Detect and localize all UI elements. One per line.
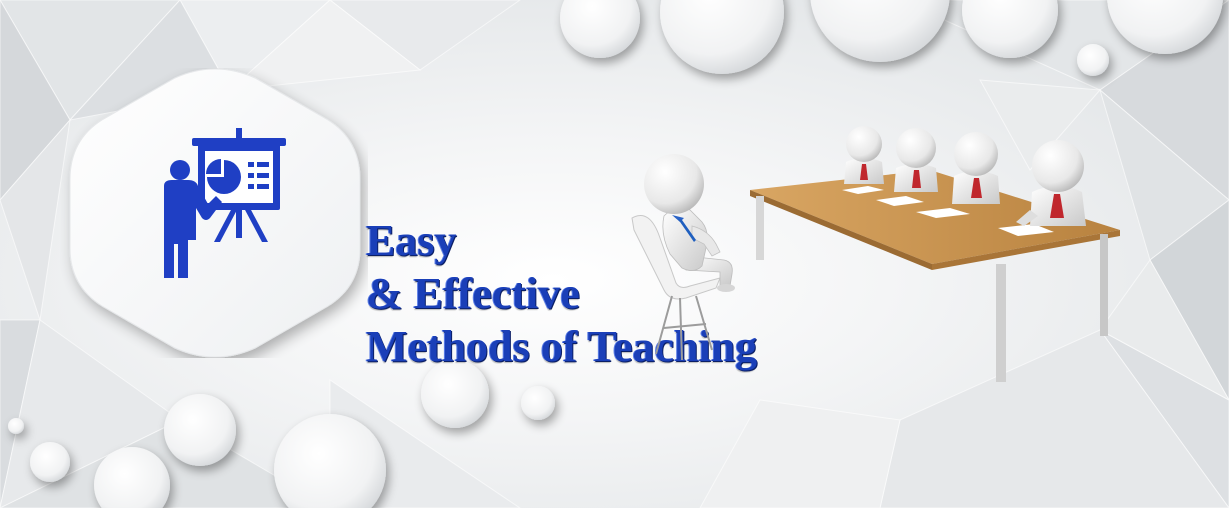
teaching-banner: Easy & Effective Methods of Teaching <box>0 0 1229 508</box>
seated-figure <box>631 154 735 361</box>
hexagon-badge <box>69 68 361 358</box>
teacher-and-students-meeting-illustration <box>631 126 1120 382</box>
